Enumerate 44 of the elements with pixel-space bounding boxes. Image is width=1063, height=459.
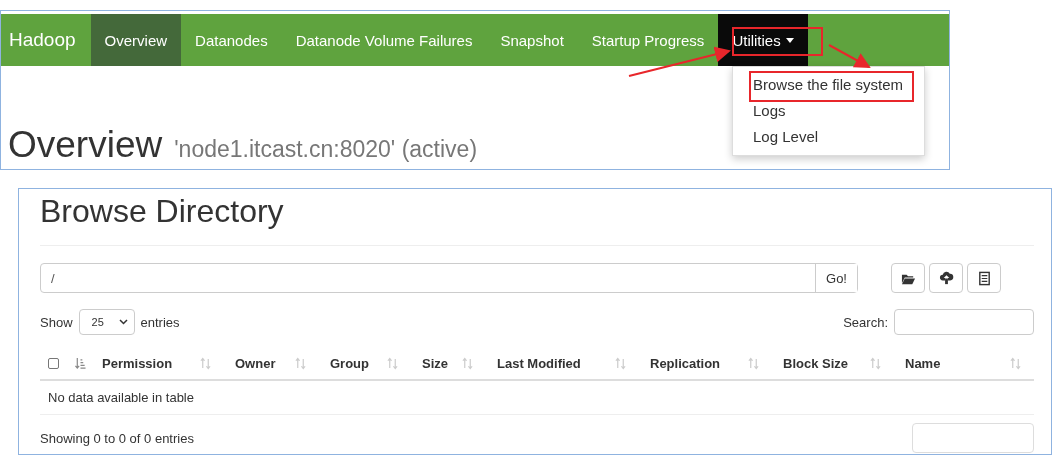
annotation-arrow <box>828 44 871 68</box>
entries-label: entries <box>140 314 180 330</box>
table-info: Showing 0 to 0 of 0 entries <box>40 430 194 446</box>
cloud-upload-icon <box>938 270 954 286</box>
sort-icon[interactable] <box>615 356 626 370</box>
search-field[interactable] <box>894 309 1034 335</box>
path-field[interactable]: / Go! <box>40 263 858 293</box>
sort-icon[interactable] <box>870 356 881 370</box>
sort-icon[interactable] <box>1010 356 1021 370</box>
dropdown-toggle[interactable]: Utilities <box>718 14 808 66</box>
column-header[interactable]: Owner <box>235 355 276 371</box>
pagination-control[interactable] <box>912 423 1034 453</box>
sort-icon[interactable] <box>295 356 306 370</box>
document-icon <box>976 270 992 286</box>
column-header[interactable]: Block Size <box>783 355 849 371</box>
search-label: Search: <box>843 314 888 330</box>
column-header[interactable]: Permission <box>102 355 173 371</box>
sort-ascending-icon[interactable] <box>75 356 86 370</box>
show-label: Show <box>40 314 73 330</box>
column-header[interactable]: Group <box>330 355 369 371</box>
create-directory-button[interactable] <box>891 263 925 293</box>
menu-item[interactable]: Logs <box>733 98 924 124</box>
empty-table-message: No data available in table <box>40 381 1034 415</box>
caret-icon <box>785 37 794 43</box>
caret-icon <box>118 319 128 325</box>
page-heading: Overview <box>8 124 163 166</box>
page-subheading: 'node1.itcast.cn:8020' (active) <box>174 136 478 163</box>
sort-icon[interactable] <box>200 356 211 370</box>
go-button[interactable]: Go! <box>815 264 857 292</box>
sort-icon[interactable] <box>462 356 473 370</box>
page-size-select[interactable]: 25 <box>78 309 135 335</box>
nav-link[interactable]: Overview <box>90 14 182 66</box>
sort-icon[interactable] <box>387 356 398 370</box>
upload-button[interactable] <box>929 263 963 293</box>
select-all-checkbox[interactable] <box>48 357 59 369</box>
list-button[interactable] <box>967 263 1001 293</box>
page-title: Browse Directory <box>40 193 1034 246</box>
menu-item[interactable]: Log Level <box>733 124 924 150</box>
column-header[interactable]: Replication <box>650 355 721 371</box>
sort-icon[interactable] <box>748 356 759 370</box>
column-header[interactable]: Size <box>422 355 448 371</box>
menu-item[interactable]: Browse the file system <box>733 72 924 98</box>
column-header[interactable]: Last Modified <box>497 355 581 371</box>
column-header[interactable]: Name <box>905 355 941 371</box>
